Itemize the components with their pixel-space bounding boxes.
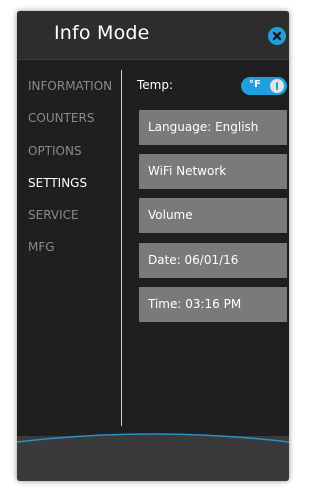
footer-glow-arc — [17, 433, 289, 456]
close-button[interactable] — [268, 27, 286, 45]
toggle-knob — [270, 79, 284, 93]
sidebar-item-information[interactable]: INFORMATION — [28, 79, 112, 93]
sidebar-item-service[interactable]: SERVICE — [28, 208, 79, 222]
temp-unit-label: °F — [249, 79, 261, 90]
panel-header: Info Mode — [17, 11, 289, 60]
page-title: Info Mode — [54, 22, 150, 44]
language-button[interactable]: Language: English — [139, 110, 287, 145]
sidebar-item-counters[interactable]: COUNTERS — [28, 111, 94, 125]
date-button[interactable]: Date: 06/01/16 — [139, 243, 287, 278]
wifi-network-button[interactable]: WiFi Network — [139, 154, 287, 189]
sidebar-item-mfg[interactable]: MFG — [28, 240, 55, 254]
time-button[interactable]: Time: 03:16 PM — [139, 287, 287, 322]
vertical-divider — [121, 70, 122, 426]
info-mode-panel: Info Mode INFORMATION COUNTERS OPTIONS S… — [17, 11, 289, 481]
volume-button[interactable]: Volume — [139, 198, 287, 233]
sidebar-item-options[interactable]: OPTIONS — [28, 144, 82, 158]
temp-label: Temp: — [137, 78, 174, 92]
close-icon — [272, 31, 282, 41]
sidebar-item-settings[interactable]: SETTINGS — [28, 176, 87, 190]
temp-unit-toggle[interactable]: °F — [241, 77, 287, 95]
